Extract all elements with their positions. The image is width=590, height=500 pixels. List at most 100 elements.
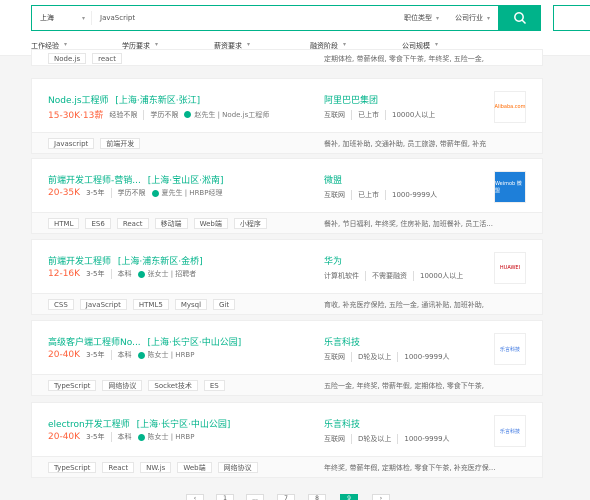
card-footer: HTML ES6 React 移动端 Web端 小程序 餐补, 节日福利, 年终奖, 住房… [32, 212, 542, 233]
company-logo[interactable]: Alibaba.com [494, 91, 526, 123]
company-name-link[interactable]: 阿里巴巴集团 [324, 93, 378, 106]
hr-name: 夏先生 | HRBP经理 [161, 189, 223, 197]
job-card[interactable]: electron开发工程师 [上海·长宁区·中山公园] 20-40K 3-5年 … [31, 402, 543, 478]
company-logo-text: Weimob 微盟 [495, 181, 522, 194]
salary: 12-16K [48, 269, 81, 279]
company-logo[interactable]: HUAWEI [494, 252, 526, 284]
skill-tag: Node.js [48, 53, 87, 64]
company-logo-text: Alibaba.com [494, 104, 526, 110]
skill-tag: 小程序 [233, 218, 267, 229]
skill-tag: Git [213, 299, 236, 310]
company-stage: 已上市 [358, 111, 379, 119]
company-size: 1000-9999人 [404, 353, 450, 361]
divider [351, 352, 352, 362]
job-title-link[interactable]: 前端开发工程师 [上海·浦东新区·金桥] [48, 254, 203, 267]
job-card[interactable]: 高级客户端工程师No... [上海·长宁区·中山公园] 20-40K 3-5年 … [31, 320, 543, 396]
hr-contact[interactable]: 赵先生 | Node.js工程师 [184, 110, 269, 120]
card-footer: CSS JavaScript HTML5 Mysql Git 育收, 补充医疗保险, 五… [32, 293, 542, 314]
tag-list: Node.js react [48, 53, 123, 64]
card-footer: TypeScript 网络协议 Socket技术 ES 五险一金, 年终奖, 带薪年假… [32, 374, 542, 395]
divider [110, 188, 112, 198]
job-type-label: 职位类型 [403, 14, 432, 22]
job-location: [上海·浦东新区·金桥] [117, 257, 203, 267]
skill-tag: ES [203, 380, 225, 391]
tag-list: TypeScript 网络协议 Socket技术 ES [48, 380, 225, 391]
divider [397, 434, 399, 444]
experience: 3-5年 [86, 351, 105, 359]
city-select[interactable]: 上海 ▾ [32, 11, 92, 25]
job-type-select[interactable]: 职位类型 ▾ [396, 13, 447, 23]
avatar [151, 189, 159, 197]
job-title: electron开发工程师 [48, 420, 130, 430]
divider [143, 109, 145, 120]
company-name-link[interactable]: 乐言科技 [324, 417, 360, 430]
skill-tag: ES6 [85, 218, 111, 229]
job-title-link[interactable]: Node.js工程师 [上海·浦东新区·张江] [48, 93, 200, 106]
company-meta: 互联网 D轮及以上 1000-9999人 [324, 434, 450, 444]
job-title: Node.js工程师 [48, 96, 109, 106]
hr-name: 赵先生 | Node.js工程师 [194, 110, 270, 119]
divider [110, 350, 112, 360]
job-card[interactable]: 前端开发工程师-营销... [上海·宝山区·淞南] 20-35K 3-5年 学历… [31, 158, 543, 234]
divider [110, 269, 112, 279]
card-footer: TypeScript React NW.js Web端 网络协议 年终奖, 带薪年假, … [32, 456, 542, 477]
salary: 20-35K [48, 188, 81, 198]
search-box: 上海 ▾ JavaScript 职位类型 ▾ 公司行业 ▾ [31, 5, 541, 31]
hr-contact[interactable]: 陈女士 | HRBP [137, 350, 195, 360]
page-button[interactable]: 1 [216, 494, 234, 500]
benefits-text: 餐补, 节日福利, 年终奖, 住房补贴, 加班餐补, 员工活... [324, 220, 493, 228]
search-input[interactable]: JavaScript [92, 14, 396, 22]
company-meta: 计算机软件 不需要融资 10000人以上 [324, 271, 463, 281]
next-page-button[interactable]: › [372, 494, 390, 500]
job-title-link[interactable]: electron开发工程师 [上海·长宁区·中山公园] [48, 417, 230, 430]
hr-contact[interactable]: 陈女士 | HRBP [137, 432, 194, 442]
hr-name: 陈女士 | HRBP [147, 351, 195, 359]
industry-label: 公司行业 [454, 14, 483, 22]
job-meta: 12-16K 3-5年 本科 张女士 | 招聘者 [48, 269, 196, 279]
job-meta: 15-30K·13薪 经验不限 学历不限 赵先生 | Node.js工程师 [48, 108, 269, 121]
divider [365, 271, 366, 281]
job-card-partial[interactable]: Node.js react 定期体检, 带薪休假, 零食下午茶, 年终奖, 五险… [31, 49, 543, 66]
hr-contact[interactable]: 夏先生 | HRBP经理 [151, 188, 223, 198]
avatar [184, 111, 192, 118]
page-button[interactable]: 7 [277, 494, 295, 500]
company-industry: 互联网 [324, 111, 345, 119]
company-size: 1000-9999人 [392, 191, 438, 199]
job-location: [上海·长宁区·中山公园] [147, 338, 242, 348]
card-footer: Javascript 前端开发 餐补, 加班补助, 交通补助, 员工旅游, 带薪年… [32, 132, 542, 153]
job-meta: 20-40K 3-5年 本科 陈女士 | HRBP [48, 350, 194, 360]
job-title-link[interactable]: 高级客户端工程师No... [上海·长宁区·中山公园] [48, 335, 241, 348]
company-size: 10000人以上 [420, 272, 464, 280]
divider [385, 110, 386, 120]
benefits-text: 五险一金, 年终奖, 带薪年假, 定期体检, 零食下午茶, [324, 382, 485, 390]
job-title-link[interactable]: 前端开发工程师-营销... [上海·宝山区·淞南] [48, 173, 223, 186]
skill-tag: HTML [48, 218, 80, 229]
company-logo[interactable]: 乐言科技 [494, 415, 526, 447]
company-name-link[interactable]: 华为 [324, 254, 342, 267]
avatar [137, 270, 145, 278]
company-size: 10000人以上 [392, 111, 436, 119]
industry-select[interactable]: 公司行业 ▾ [447, 13, 498, 23]
company-industry: 互联网 [324, 191, 345, 199]
page-button[interactable]: 8 [308, 494, 326, 500]
company-meta: 互联网 已上市 1000-9999人 [324, 190, 437, 200]
company-logo[interactable]: Weimob 微盟 [494, 171, 526, 203]
divider [413, 271, 414, 281]
right-action-button[interactable] [553, 5, 590, 31]
company-industry: 计算机软件 [324, 272, 359, 280]
skill-tag: CSS [48, 299, 74, 310]
prev-page-button[interactable]: ‹ [186, 494, 204, 500]
company-logo[interactable]: 乐言科技 [494, 333, 526, 365]
company-name-link[interactable]: 微盟 [324, 173, 342, 186]
company-logo-text: 乐言科技 [499, 346, 520, 353]
hr-contact[interactable]: 张女士 | 招聘者 [137, 269, 196, 279]
experience: 经验不限 [109, 110, 138, 119]
page-button-active[interactable]: 9 [340, 494, 358, 500]
skill-tag: Socket技术 [148, 380, 198, 391]
tag-list: Javascript 前端开发 [48, 138, 141, 149]
job-card[interactable]: 前端开发工程师 [上海·浦东新区·金桥] 12-16K 3-5年 本科 张女士 … [31, 239, 543, 315]
search-button[interactable] [499, 5, 541, 31]
company-name-link[interactable]: 乐言科技 [324, 335, 360, 348]
job-card[interactable]: Node.js工程师 [上海·浦东新区·张江] 15-30K·13薪 经验不限 … [31, 78, 543, 154]
skill-tag: 前端开发 [100, 138, 141, 149]
